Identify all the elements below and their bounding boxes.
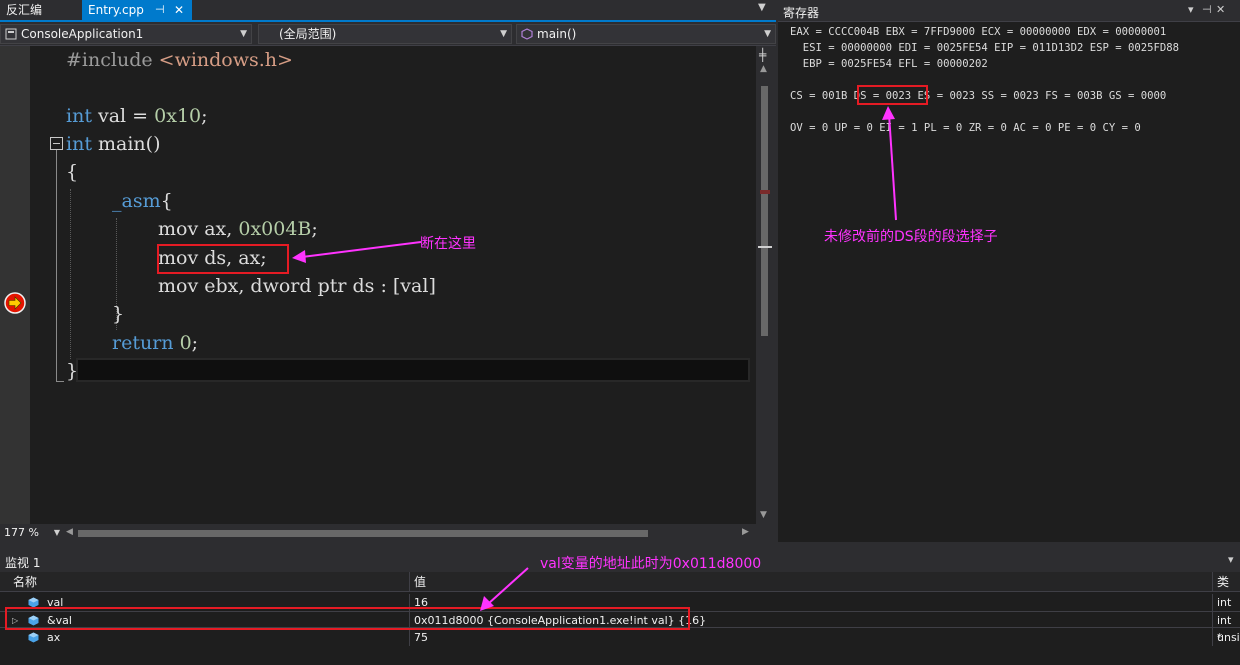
indent-guide	[70, 189, 71, 359]
watch-row-name: ax	[47, 631, 61, 644]
panel-dropdown-icon[interactable]: ▾	[1228, 553, 1234, 566]
zoom-dropdown[interactable]: 177 % ▼	[0, 525, 62, 541]
horizontal-scroll-thumb[interactable]	[78, 530, 648, 537]
register-line: CS = 001B DS = 0023 ES = 0023 SS = 0023 …	[790, 90, 1167, 102]
watch-row-value: 75	[414, 631, 428, 644]
zoom-level: 177 %	[4, 526, 39, 539]
close-icon[interactable]: ✕	[174, 0, 184, 20]
scroll-thumb[interactable]	[761, 86, 768, 336]
register-line: EAX = CCCC004B EBX = 7FFD9000 ECX = 0000…	[790, 26, 1167, 38]
navigation-bar: ConsoleApplication1 ▼ (全局范围) ▼ main() ▼	[0, 22, 776, 46]
scroll-left-icon[interactable]: ◀	[66, 527, 73, 537]
pin-icon[interactable]: ⊣	[1202, 3, 1212, 16]
watch-row-type: unsi	[1217, 631, 1240, 644]
annotation-arrow	[882, 106, 897, 221]
watch-annotation: val变量的地址此时为0x011d8000	[540, 556, 762, 572]
code-line-5: {	[66, 161, 79, 183]
editor-gutter[interactable]	[0, 46, 30, 524]
close-icon[interactable]: ✕	[1216, 3, 1225, 16]
registers-panel-title: 寄存器	[783, 6, 820, 20]
chevron-down-icon: ▼	[500, 29, 507, 39]
annotation-arrow	[292, 241, 422, 263]
chevron-down-icon: ▼	[240, 29, 247, 39]
code-line-11: return 0;	[112, 332, 199, 354]
column-separator[interactable]	[1212, 572, 1213, 592]
project-name: ConsoleApplication1	[21, 27, 144, 41]
function-dropdown[interactable]: main() ▼	[516, 24, 776, 44]
row-separator	[1212, 629, 1213, 646]
breakpoint-line-highlight-box	[157, 244, 289, 274]
scroll-right-icon[interactable]: ▶	[742, 527, 749, 537]
editor-vertical-scrollbar[interactable]: ╪ ▲ ▼	[756, 46, 776, 524]
code-line-1: #include <windows.h>	[66, 49, 293, 71]
function-name: main()	[537, 27, 577, 41]
row-separator	[1212, 594, 1213, 611]
code-line-3: int val = 0x10;	[66, 105, 208, 127]
annotation-arrow	[480, 567, 529, 611]
address-row-highlight-box	[5, 607, 690, 630]
panel-splitter-horizontal[interactable]	[0, 542, 1240, 550]
scroll-up-icon[interactable]: ▲	[760, 64, 767, 74]
code-line-6: _asm{	[112, 190, 173, 212]
document-tab-strip: 反汇编 Entry.cpp ⊣ ✕ ▼	[0, 0, 776, 22]
tab-list-dropdown-icon[interactable]: ▼	[758, 2, 766, 13]
watch-panel-title: 监视 1	[5, 556, 41, 570]
watch-column-header: 名称 值 类型	[0, 572, 1240, 609]
scope-name: (全局范围)	[279, 27, 337, 41]
tab-entry-cpp-label: Entry.cpp	[88, 3, 144, 17]
editor-annotation: 断在这里	[420, 236, 476, 252]
column-name-header[interactable]: 名称	[13, 572, 37, 592]
register-line: EBP = 0025FE54 EFL = 00000202	[790, 58, 988, 70]
pin-icon[interactable]: ⊣	[155, 0, 165, 20]
panel-dropdown-icon[interactable]: ▾	[1188, 3, 1194, 16]
watch-panel-title-bar: 监视 1 val变量的地址此时为0x011d8000 ▾	[0, 550, 1240, 572]
watch-row[interactable]: ax 75 unsi	[0, 629, 1240, 646]
row-separator	[1212, 612, 1213, 629]
current-line-highlight	[76, 358, 750, 382]
register-line: ESI = 00000000 EDI = 0025FE54 EIP = 011D…	[790, 42, 1180, 54]
breakpoint-marker	[760, 190, 770, 194]
breakpoint-current-statement-icon	[4, 292, 26, 314]
watch-list[interactable]: val 16 int ▷ &val 0x011d8000 {ConsoleApp…	[0, 567, 1240, 665]
code-line-9: mov ebx, dword ptr ds : [val]	[158, 275, 436, 297]
method-icon	[521, 28, 533, 40]
scroll-down-icon[interactable]: ▼	[760, 510, 767, 520]
tab-entry-cpp[interactable]: Entry.cpp ⊣ ✕	[82, 0, 192, 20]
row-separator	[409, 629, 410, 646]
variable-icon	[28, 632, 39, 643]
column-separator[interactable]	[409, 572, 410, 592]
code-editor[interactable]: #include <windows.h> int val = 0x10; int…	[30, 46, 756, 524]
registers-panel-title-bar: 寄存器 ▾ ⊣ ✕	[778, 0, 1240, 22]
editor-horizontal-bar: 177 % ▼ ◀ ▶	[0, 524, 776, 542]
tab-disassembly[interactable]: 反汇编	[0, 0, 78, 20]
scope-dropdown[interactable]: (全局范围) ▼	[258, 24, 512, 44]
chevron-down-icon: ▼	[53, 528, 60, 537]
project-dropdown[interactable]: ConsoleApplication1 ▼	[0, 24, 252, 44]
caret-position-marker	[758, 246, 772, 248]
collapse-main-icon[interactable]	[50, 137, 63, 150]
code-line-4: int main()	[66, 133, 161, 155]
code-line-12: }	[66, 360, 79, 382]
fold-guide-end	[56, 381, 64, 382]
chevron-down-icon: ▼	[764, 29, 771, 39]
column-type-header[interactable]: 类型	[1217, 572, 1240, 609]
fold-guide	[56, 150, 57, 382]
column-value-header[interactable]: 值	[414, 572, 426, 592]
ds-register-highlight-box	[857, 85, 928, 105]
watch-row-type: int	[1217, 596, 1232, 609]
registers-annotation: 未修改前的DS段的段选择子	[824, 229, 998, 245]
register-line: OV = 0 UP = 0 EI = 1 PL = 0 ZR = 0 AC = …	[790, 122, 1141, 134]
split-view-icon[interactable]: ╪	[759, 48, 766, 62]
code-line-10: }	[112, 303, 125, 325]
registers-panel[interactable]: EAX = CCCC004B EBX = 7FFD9000 ECX = 0000…	[778, 22, 1240, 542]
